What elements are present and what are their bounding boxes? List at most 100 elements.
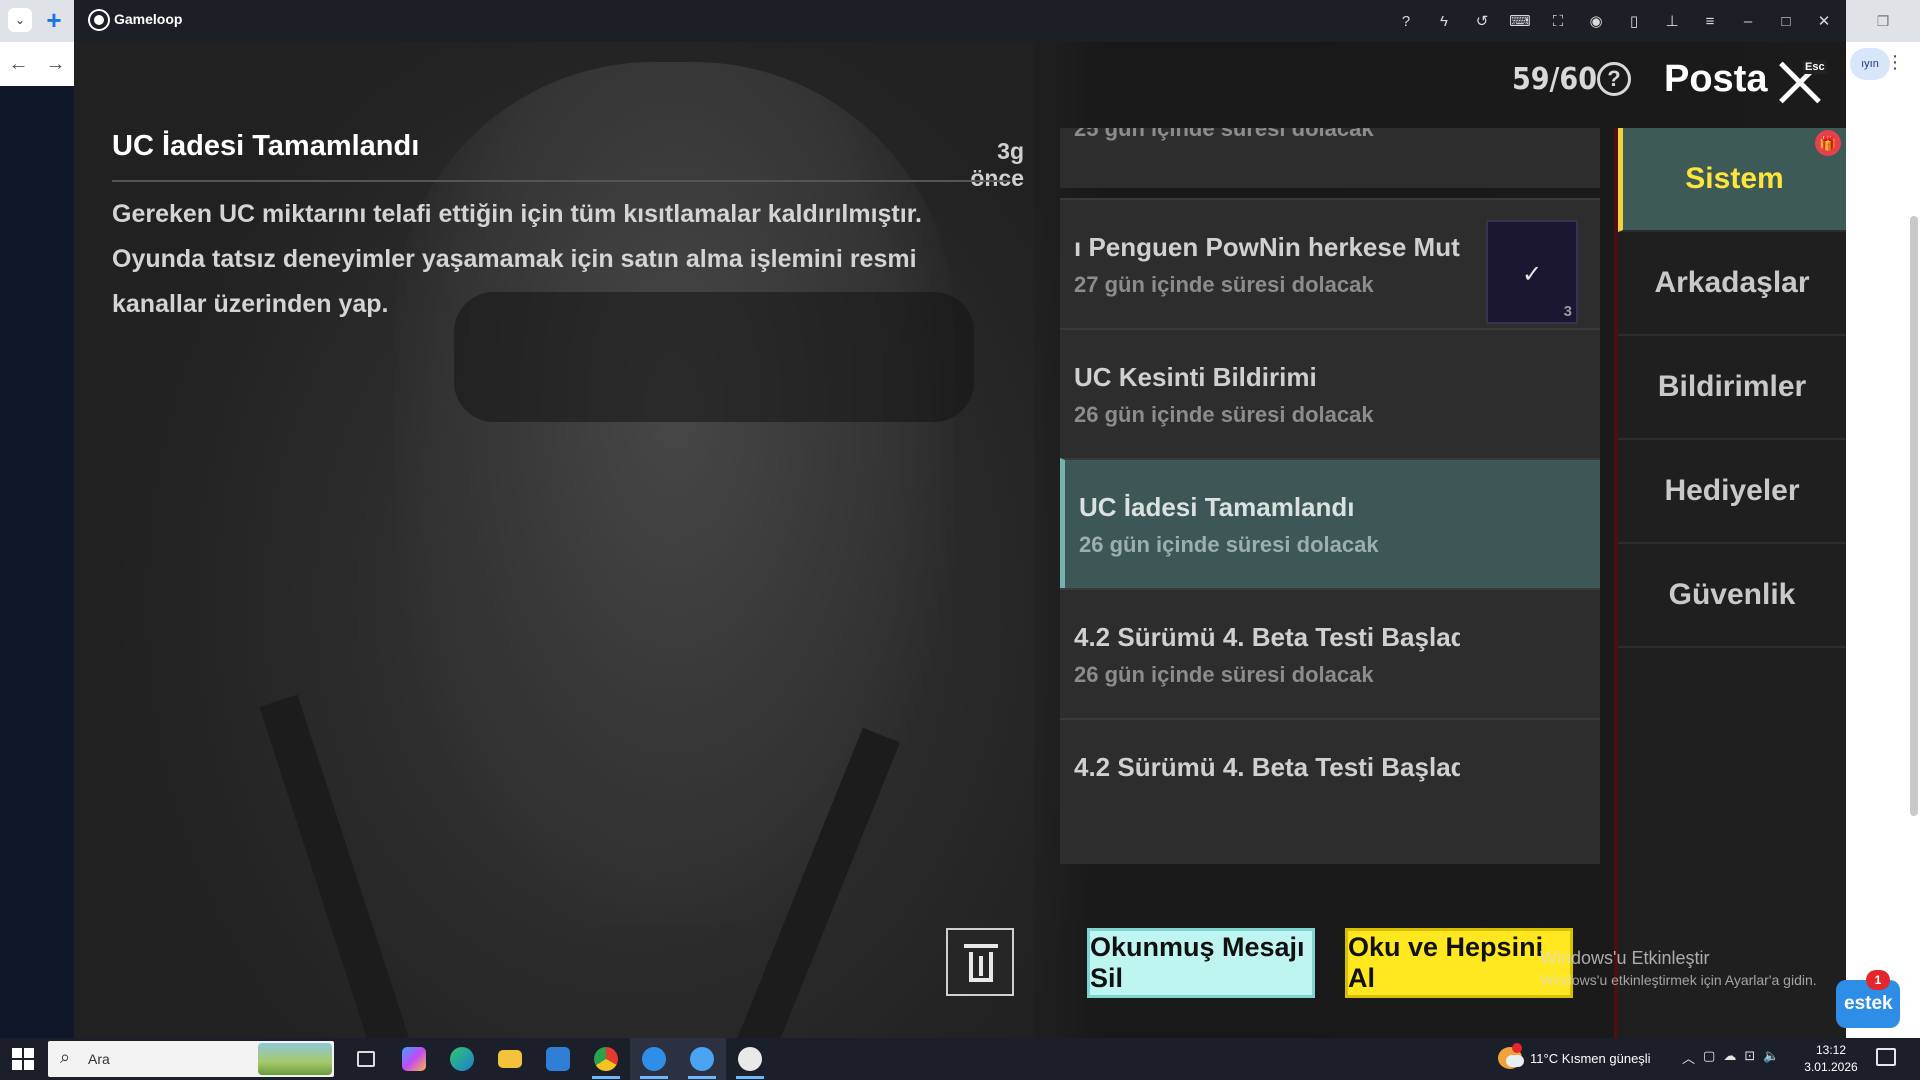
search-highlight-image — [258, 1043, 332, 1075]
system-tray: ︿ ▢ ☁ ⊡ 🔈 — [1682, 1048, 1779, 1067]
weather-text[interactable]: 11°C Kısmen güneşli — [1530, 1051, 1651, 1066]
message-item-selected[interactable]: UC İadesi Tamamlandı 26 gün içinde süres… — [1060, 458, 1600, 604]
more-menu-icon[interactable]: ⋮ — [1886, 52, 1904, 73]
clock-time: 13:12 — [1815, 1043, 1847, 1057]
message-expiry: 26 gün içinde süresi dolacak — [1079, 532, 1379, 557]
paint-icon[interactable] — [726, 1038, 774, 1080]
message-expiry: 26 gün içinde süresi dolacak — [1074, 662, 1374, 687]
file-explorer-icon[interactable] — [486, 1038, 534, 1080]
question-icon[interactable]: ? — [1597, 62, 1631, 96]
edge-icon[interactable] — [438, 1038, 486, 1080]
search-icon: ⌕ — [60, 1047, 71, 1067]
message-detail-body: Gereken UC miktarını telafi ettiğin için… — [112, 200, 922, 318]
maximize-icon[interactable]: □ — [1774, 13, 1798, 30]
minimize-icon[interactable]: – — [1736, 13, 1760, 30]
taskbar-apps — [342, 1038, 774, 1080]
trash-icon — [964, 944, 998, 948]
tab-bildirimler[interactable]: Bildirimler — [1618, 336, 1846, 440]
store-icon[interactable] — [534, 1038, 582, 1080]
support-button[interactable]: estek 1 — [1836, 970, 1900, 1028]
new-tab-plus-icon[interactable]: + — [40, 5, 68, 35]
message-expiry: 26 gün içinde süresi dolacak — [1074, 402, 1374, 427]
gamepad-icon[interactable]: ◉ — [1584, 12, 1608, 30]
window-close-icon[interactable]: ✕ — [1812, 12, 1836, 30]
taskbar-clock[interactable]: 13:12 3.01.2026 — [1800, 1042, 1862, 1076]
rotate-icon[interactable]: ↺ — [1470, 12, 1494, 30]
chevron-up-icon[interactable]: ︿ — [1682, 1048, 1695, 1067]
copilot-icon[interactable] — [390, 1038, 438, 1080]
tab-hediyeler[interactable]: Hediyeler — [1618, 440, 1846, 544]
mail-category-tabs: Sistem Arkadaşlar Bildirimler Hediyeler … — [1618, 128, 1846, 1038]
sidebar-icon[interactable]: ▯ — [1622, 12, 1646, 30]
support-label: estek — [1844, 993, 1893, 1014]
message-list[interactable]: 25 gün içinde süresi dolacak ı Penguen P… — [1060, 128, 1608, 898]
message-title: 4.2 Sürümü 4. Beta Testi Başladı — [1074, 752, 1460, 782]
menu-icon[interactable]: ≡ — [1698, 13, 1722, 30]
support-badge: 1 — [1866, 970, 1890, 990]
lightning-icon[interactable]: ϟ — [1432, 13, 1456, 30]
message-expiry: 25 gün içinde süresi dolacak — [1074, 128, 1374, 141]
message-item[interactable]: 4.2 Sürümü 4. Beta Testi Başladı 26 gün … — [1060, 588, 1600, 734]
message-title: UC Kesinti Bildirimi — [1074, 362, 1317, 392]
browser-toolbar-right: ıyın ⋮ — [1846, 42, 1920, 86]
message-attachment[interactable]: ✓ 3 — [1486, 220, 1578, 324]
message-item[interactable]: 4.2 Sürümü 4. Beta Testi Başladı — [1060, 718, 1600, 864]
delete-read-messages-button[interactable]: Okunmuş Mesajı Sil — [1087, 928, 1315, 998]
background-strap-left — [259, 694, 409, 1038]
search-placeholder: Ara — [88, 1051, 110, 1067]
browser-page-scrollbar — [1846, 86, 1920, 1040]
mail-count: 59/60 — [1512, 62, 1597, 97]
task-view-icon[interactable] — [342, 1038, 390, 1080]
tab-sistem[interactable]: Sistem — [1618, 128, 1846, 232]
message-item[interactable]: 25 gün içinde süresi dolacak — [1060, 128, 1600, 188]
translate-pill[interactable]: ıyın — [1850, 48, 1890, 80]
checkmark-icon: ✓ — [1522, 261, 1543, 288]
message-item[interactable]: UC Kesinti Bildirimi 26 gün içinde süres… — [1060, 328, 1600, 474]
browser-restore-icon[interactable]: ❐ — [1846, 0, 1920, 42]
trash-icon-line — [979, 956, 983, 976]
tab-arkadaslar[interactable]: Arkadaşlar — [1618, 232, 1846, 336]
fullscreen-icon[interactable]: ⛶ — [1546, 13, 1570, 30]
tab-search-chevron-icon[interactable]: ⌄ — [8, 8, 32, 32]
gameloop-toolbar: ? ϟ ↺ ⌨ ⛶ ◉ ▯ ⊥ ≡ – □ ✕ — [1394, 0, 1836, 42]
detail-divider — [112, 180, 1010, 182]
gameloop-taskbar-icon[interactable] — [630, 1038, 678, 1080]
windows-taskbar: ⌕ Ara 11°C Kısmen güneşli ︿ ▢ ☁ ⊡ 🔈 13:1… — [0, 1038, 1920, 1080]
help-circle-icon[interactable]: ? — [1394, 13, 1418, 30]
message-detail-time: 3g önce — [970, 138, 1024, 191]
gameloop-taskbar-icon-2[interactable] — [678, 1038, 726, 1080]
read-and-claim-all-button[interactable]: Oku ve Hepsini Al — [1345, 928, 1573, 998]
gameloop-logo-icon — [90, 11, 108, 29]
message-title: UC İadesi Tamamlandı — [1079, 492, 1355, 522]
gameloop-titlebar: Gameloop ? ϟ ↺ ⌨ ⛶ ◉ ▯ ⊥ ≡ – □ ✕ — [74, 0, 1846, 42]
attachment-quantity: 3 — [1563, 303, 1572, 320]
esc-key-hint: Esc — [1803, 60, 1827, 74]
background-strap-right — [728, 727, 900, 1038]
network-icon[interactable]: ⊡ — [1744, 1048, 1755, 1067]
gift-icon: 🎁 — [1815, 130, 1841, 156]
message-title: 4.2 Sürümü 4. Beta Testi Başladı — [1074, 622, 1460, 652]
taskbar-search[interactable]: ⌕ Ara — [48, 1041, 334, 1077]
volume-icon[interactable]: 🔈 — [1763, 1048, 1779, 1067]
game-screen: 59/60 ? Posta Esc UC İadesi Tamamlandı 3… — [74, 42, 1846, 1038]
cloud-icon[interactable]: ☁ — [1723, 1048, 1736, 1067]
back-arrow-icon[interactable]: ← — [9, 53, 29, 76]
delete-trash-button[interactable] — [946, 928, 1014, 996]
tab-guvenlik[interactable]: Güvenlik — [1618, 544, 1846, 648]
clock-date: 3.01.2026 — [1804, 1060, 1858, 1074]
keyboard-icon[interactable]: ⌨ — [1508, 12, 1532, 30]
message-item[interactable]: ı Penguen PowNin herkese Mutlu Yıllar ı … — [1060, 198, 1600, 344]
device-icon[interactable]: ▢ — [1703, 1048, 1715, 1067]
gameloop-title: Gameloop — [114, 11, 183, 27]
mail-title: Posta — [1664, 58, 1768, 100]
pin-icon[interactable]: ⊥ — [1660, 12, 1684, 30]
chrome-icon[interactable] — [582, 1038, 630, 1080]
windows-start-icon[interactable] — [12, 1048, 34, 1070]
windows-activation-title: Windows'u Etkinleştir — [1540, 948, 1710, 968]
windows-activation-subtitle: Windows'u etkinleştirmek için Ayarlar'a … — [1540, 972, 1817, 988]
notification-center-icon[interactable] — [1876, 1048, 1896, 1066]
forward-arrow-icon[interactable]: → — [46, 53, 66, 76]
scrollbar-thumb[interactable] — [1910, 216, 1918, 816]
message-detail-title: UC İadesi Tamamlandı — [112, 130, 420, 162]
browser-nav: ← → — [0, 42, 74, 86]
